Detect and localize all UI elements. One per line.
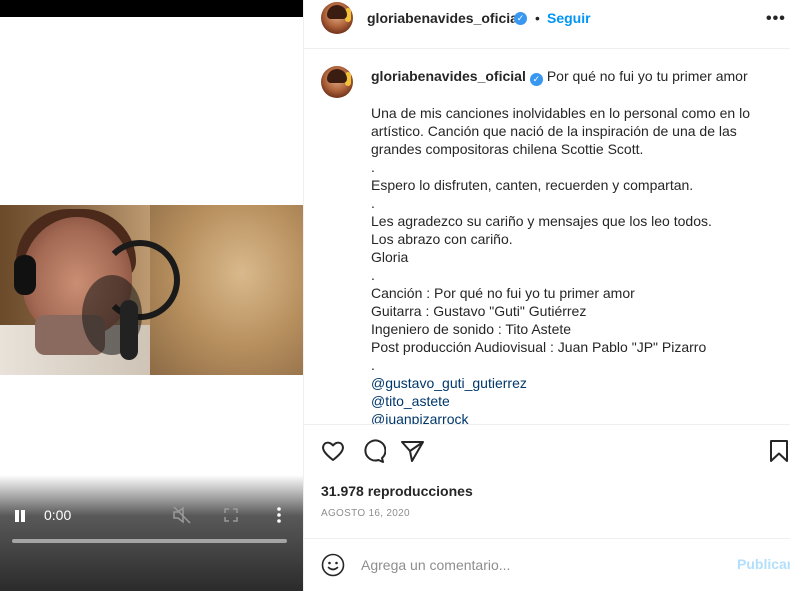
caption-area: gloriabenavides_oficial ✓ Por qué no fui y… [304, 50, 790, 425]
video-player[interactable]: 0:00 [0, 0, 303, 591]
headphones-icon [14, 255, 36, 295]
caption-username[interactable]: gloriabenavides_oficial [371, 68, 526, 84]
caption-line: Espero lo disfruten, canten, recuerden y… [371, 177, 694, 193]
fullscreen-icon[interactable] [224, 508, 238, 522]
paper-plane-icon[interactable] [400, 438, 426, 464]
comment-icon[interactable] [360, 438, 386, 464]
more-vertical-icon[interactable] [272, 506, 286, 524]
more-options-button[interactable]: ••• [766, 10, 786, 28]
comment-input[interactable] [361, 553, 721, 577]
caption-line: Les agradezco su cariño y mensajes que l… [371, 213, 712, 229]
comment-bar: Publicar [304, 538, 790, 591]
mention-link[interactable]: @juanpizarrock [371, 410, 771, 424]
caption-line: . [371, 159, 375, 175]
caption-line: . [371, 195, 375, 211]
avatar[interactable] [321, 66, 353, 98]
caption-line: Guitarra : Gustavo "Guti" Gutiérrez [371, 303, 587, 319]
video-current-time: 0:00 [44, 507, 72, 523]
caption-line: Post producción Audiovisual : Juan Pablo… [371, 339, 707, 355]
verified-badge-icon: ✓ [529, 73, 543, 86]
post-actions [304, 438, 790, 468]
caption-line: Ingeniero de sonido : Tito Astete [371, 321, 572, 337]
caption-line: Una de mis canciones inolvidables en lo … [371, 105, 750, 157]
heart-icon[interactable] [320, 438, 346, 464]
emoji-icon[interactable] [321, 553, 345, 577]
caption-line: Canción : Por qué no fui yo tu primer am… [371, 285, 635, 301]
mention-link[interactable]: @tito_astete [371, 392, 771, 410]
publish-button[interactable]: Publicar [737, 556, 790, 572]
caption-title: Por qué no fui yo tu primer amor [546, 68, 748, 84]
post-date[interactable]: AGOSTO 16, 2020 [321, 508, 410, 519]
caption-line: Los abrazo con cariño. [371, 231, 513, 247]
video-frame[interactable] [0, 205, 303, 375]
verified-badge-icon: ✓ [514, 12, 527, 25]
video-progress-bar[interactable] [12, 539, 287, 543]
caption-line: . [371, 357, 375, 373]
pause-icon[interactable] [12, 508, 28, 524]
caption-body: Una de mis canciones inolvidables en lo … [371, 104, 771, 424]
mention-link[interactable]: @gustavo_guti_gutierrez [371, 374, 771, 392]
caption-heading: gloriabenavides_oficial ✓ Por qué no fui y… [371, 68, 748, 86]
post-panel: gloriabenavides_oficial ✓ • Seguir ••• g… [303, 0, 790, 591]
caption-line: . [371, 267, 375, 283]
bookmark-icon[interactable] [766, 438, 790, 464]
post-header: gloriabenavides_oficial ✓ • Seguir ••• [304, 0, 790, 49]
view-count[interactable]: 31.978 reproducciones [321, 483, 473, 499]
avatar[interactable] [321, 2, 353, 34]
video-top-letterbox [0, 0, 303, 17]
separator-dot: • [535, 10, 540, 26]
post-author-username[interactable]: gloriabenavides_oficial [367, 10, 522, 26]
video-controls: 0:00 [0, 475, 303, 591]
follow-button[interactable]: Seguir [547, 10, 591, 26]
volume-muted-icon[interactable] [172, 506, 192, 524]
caption-line: Gloria [371, 249, 409, 265]
microphone-icon [120, 300, 138, 360]
